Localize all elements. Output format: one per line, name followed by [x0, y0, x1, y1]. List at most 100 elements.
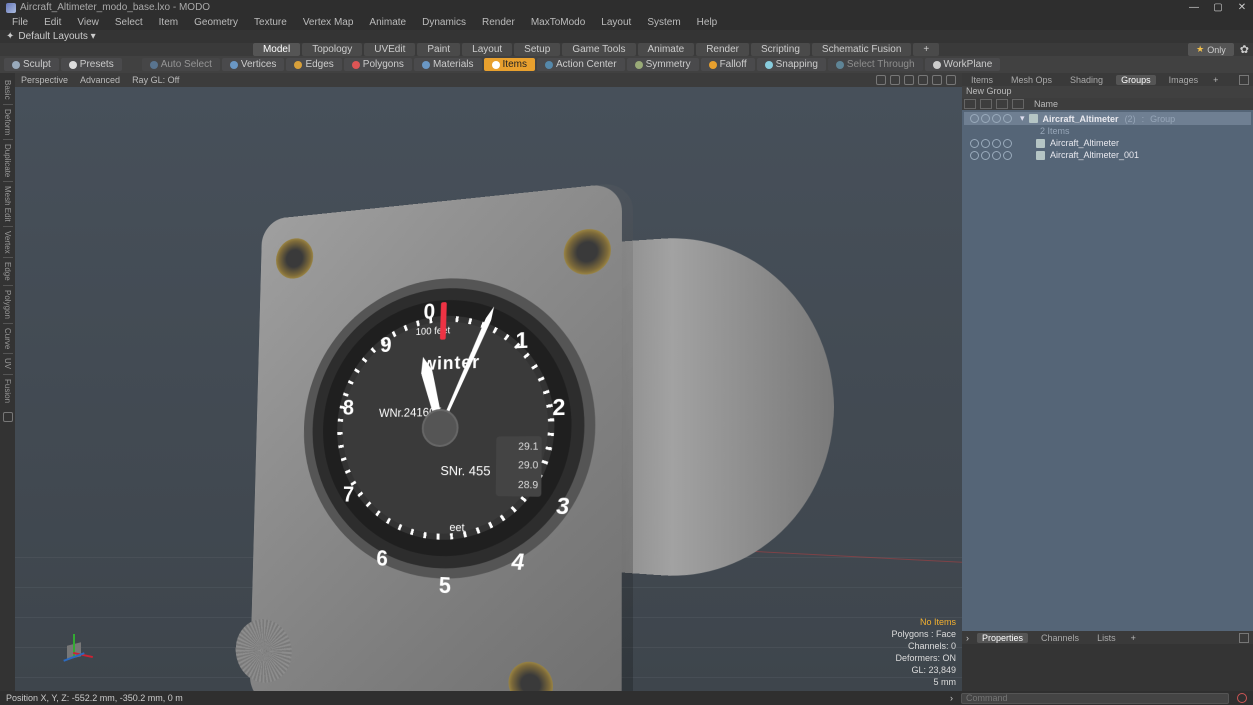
- tab-topology[interactable]: Topology: [302, 43, 362, 56]
- items-button[interactable]: Items: [484, 58, 535, 71]
- rail-basic[interactable]: Basic: [3, 77, 12, 103]
- rail-duplicate[interactable]: Duplicate: [3, 141, 12, 180]
- props-max-icon[interactable]: [1239, 633, 1249, 643]
- menu-geometry[interactable]: Geometry: [186, 17, 246, 28]
- tab-gametools[interactable]: Game Tools: [562, 43, 635, 56]
- presets-button[interactable]: Presets: [61, 58, 122, 71]
- tree-group-row[interactable]: ▾ Aircraft_Altimeter (2) : Group: [964, 112, 1251, 125]
- props-tab-channels[interactable]: Channels: [1036, 633, 1084, 643]
- vp-move-icon[interactable]: [876, 75, 886, 85]
- rp-tab-meshops[interactable]: Mesh Ops: [1006, 75, 1057, 85]
- record-icon[interactable]: [1237, 693, 1247, 703]
- props-tab-lists[interactable]: Lists: [1092, 633, 1121, 643]
- props-tab-properties[interactable]: Properties: [977, 633, 1028, 643]
- rp-tab-items[interactable]: Items: [966, 75, 998, 85]
- close-button[interactable]: ✕: [1237, 3, 1247, 13]
- col-select-icon[interactable]: [996, 99, 1008, 109]
- polygons-button[interactable]: Polygons: [344, 58, 412, 71]
- rail-edge[interactable]: Edge: [3, 259, 12, 284]
- menu-select[interactable]: Select: [107, 17, 151, 28]
- rp-tab-add[interactable]: +: [1213, 75, 1218, 85]
- rail-fusion[interactable]: Fusion: [3, 376, 12, 406]
- rail-meshedit[interactable]: Mesh Edit: [3, 183, 12, 225]
- col-lock-icon[interactable]: [980, 99, 992, 109]
- vertices-button[interactable]: Vertices: [222, 58, 285, 71]
- menu-dynamics[interactable]: Dynamics: [414, 17, 474, 28]
- vp-rotate-icon[interactable]: [890, 75, 900, 85]
- settings-icon[interactable]: ✿: [1240, 43, 1249, 56]
- tree-child-2[interactable]: Aircraft_Altimeter_001: [964, 149, 1251, 161]
- menu-animate[interactable]: Animate: [361, 17, 414, 28]
- menu-edit[interactable]: Edit: [36, 17, 69, 28]
- props-tab-add[interactable]: +: [1131, 633, 1136, 643]
- axis-gizmo[interactable]: [53, 626, 93, 666]
- menu-layout[interactable]: Layout: [593, 17, 639, 28]
- layout-dropdown[interactable]: Default Layouts ▾: [18, 31, 95, 42]
- rail-vertex[interactable]: Vertex: [3, 228, 12, 257]
- autoselect-button[interactable]: Auto Select: [142, 58, 220, 71]
- materials-button[interactable]: Materials: [414, 58, 482, 71]
- rail-polygon[interactable]: Polygon: [3, 287, 12, 322]
- rp-maximize-icon[interactable]: [1239, 75, 1249, 85]
- rail-curve[interactable]: Curve: [3, 325, 12, 352]
- label-feet: eet: [449, 522, 464, 535]
- rail-box-icon[interactable]: [3, 412, 13, 422]
- tab-schematic[interactable]: Schematic Fusion: [812, 43, 911, 56]
- falloff-button[interactable]: Falloff: [701, 58, 755, 71]
- sculpt-button[interactable]: Sculpt: [4, 58, 59, 71]
- menu-maxtomodo[interactable]: MaxToModo: [523, 17, 593, 28]
- menu-view[interactable]: View: [69, 17, 107, 28]
- maximize-button[interactable]: ▢: [1213, 3, 1223, 13]
- tab-add[interactable]: +: [913, 43, 939, 56]
- tab-animate[interactable]: Animate: [638, 43, 695, 56]
- menu-texture[interactable]: Texture: [246, 17, 295, 28]
- col-render-icon[interactable]: [1012, 99, 1024, 109]
- tab-setup[interactable]: Setup: [514, 43, 560, 56]
- col-visible-icon[interactable]: [964, 99, 976, 109]
- tab-render[interactable]: Render: [696, 43, 749, 56]
- tab-uvedit[interactable]: UVEdit: [364, 43, 415, 56]
- tab-model[interactable]: Model: [253, 43, 300, 56]
- menu-render[interactable]: Render: [474, 17, 523, 28]
- rp-tab-groups[interactable]: Groups: [1116, 75, 1156, 85]
- vp-max-icon[interactable]: [946, 75, 956, 85]
- right-panel: Items Mesh Ops Shading Groups Images + N…: [962, 73, 1253, 692]
- rp-tab-shading[interactable]: Shading: [1065, 75, 1108, 85]
- snapping-button[interactable]: Snapping: [757, 58, 826, 71]
- props-arrow-icon[interactable]: ›: [966, 633, 969, 643]
- symmetry-button[interactable]: Symmetry: [627, 58, 699, 71]
- dial-8: 8: [343, 395, 354, 420]
- selectthrough-button[interactable]: Select Through: [828, 58, 923, 71]
- gear-icon[interactable]: ✦: [6, 31, 14, 42]
- vp-advanced[interactable]: Advanced: [80, 75, 120, 85]
- vp-zoom-icon[interactable]: [904, 75, 914, 85]
- edges-button[interactable]: Edges: [286, 58, 341, 71]
- menu-system[interactable]: System: [639, 17, 688, 28]
- viewport-3d[interactable]: 0 1 2 3 4 5 6 7 8 9 100 feet winter WNr.…: [15, 87, 962, 692]
- vp-perspective[interactable]: Perspective: [21, 75, 68, 85]
- menu-vertexmap[interactable]: Vertex Map: [295, 17, 362, 28]
- menu-file[interactable]: File: [4, 17, 36, 28]
- new-group-button[interactable]: New Group: [962, 86, 1253, 98]
- rail-uv[interactable]: UV: [3, 355, 12, 372]
- tab-layout[interactable]: Layout: [462, 43, 512, 56]
- vp-raygl[interactable]: Ray GL: Off: [132, 75, 179, 85]
- tabs-row: Model Topology UVEdit Paint Layout Setup…: [0, 43, 1253, 56]
- item-list[interactable]: ▾ Aircraft_Altimeter (2) : Group 2 Items…: [962, 110, 1253, 631]
- vp-gear-icon[interactable]: [932, 75, 942, 85]
- actioncenter-button[interactable]: Action Center: [537, 58, 625, 71]
- workplane-button[interactable]: WorkPlane: [925, 58, 1001, 71]
- tab-scripting[interactable]: Scripting: [751, 43, 810, 56]
- minimize-button[interactable]: —: [1189, 3, 1199, 13]
- tree-child-1[interactable]: Aircraft_Altimeter: [964, 137, 1251, 149]
- rp-tab-images[interactable]: Images: [1164, 75, 1204, 85]
- tab-paint[interactable]: Paint: [417, 43, 460, 56]
- dial-3: 3: [556, 493, 569, 521]
- command-input[interactable]: [961, 693, 1229, 704]
- rail-deform[interactable]: Deform: [3, 106, 12, 138]
- vp-home-icon[interactable]: [918, 75, 928, 85]
- menu-help[interactable]: Help: [689, 17, 726, 28]
- only-chip[interactable]: Only: [1188, 43, 1234, 56]
- cmd-arrow-icon[interactable]: ›: [950, 693, 953, 703]
- menu-item[interactable]: Item: [151, 17, 186, 28]
